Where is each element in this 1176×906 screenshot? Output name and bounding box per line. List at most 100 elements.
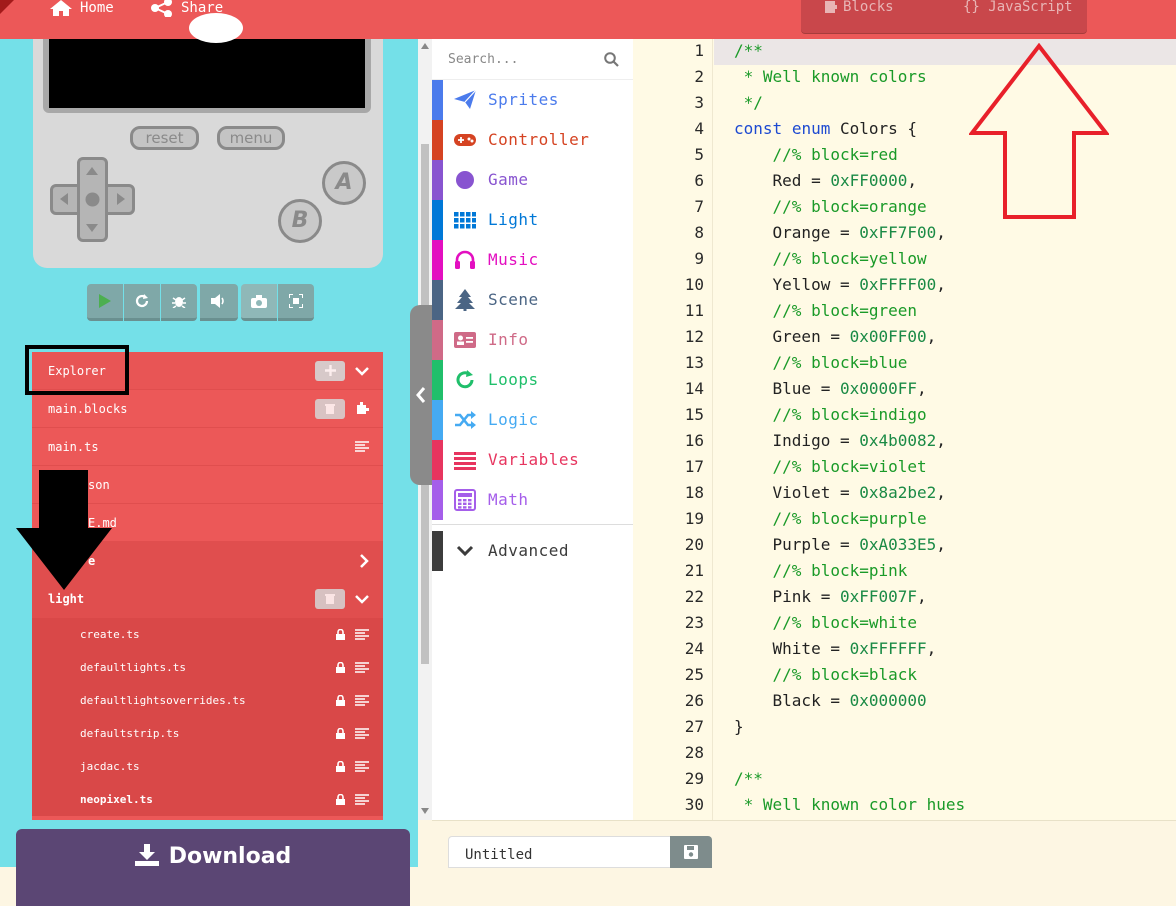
code-line[interactable]: //% block=violet <box>734 457 927 476</box>
line-number: 16 <box>684 431 704 450</box>
dpad[interactable] <box>50 157 135 242</box>
toolbox-search[interactable]: Search... <box>432 39 633 80</box>
lock-icon <box>336 695 345 706</box>
line-number: 26 <box>684 691 704 710</box>
toolbox-category-math[interactable]: Math <box>432 480 633 520</box>
code-line[interactable]: //% block=blue <box>734 353 908 372</box>
code-line[interactable]: //% block=orange <box>734 197 927 216</box>
menu-button[interactable]: menu <box>217 126 285 150</box>
simulator-screen-frame <box>43 13 371 113</box>
toolbox-category-light[interactable]: Light <box>432 200 633 240</box>
editor-toggle: Blocks {} JavaScript <box>801 0 1087 33</box>
code-line[interactable]: //% block=white <box>734 613 918 632</box>
file-row-light-jacdac-ts[interactable]: jacdac.ts <box>32 750 383 783</box>
code-line[interactable]: Purple = 0xA033E5, <box>734 535 946 554</box>
code-line[interactable]: Red = 0xFF0000, <box>734 171 918 190</box>
code-line[interactable]: Black = 0x000000 <box>734 691 927 710</box>
toolbox-category-controller[interactable]: Controller <box>432 120 633 160</box>
delete-file-button[interactable] <box>315 398 345 419</box>
add-file-button[interactable] <box>315 360 345 381</box>
scroll-up-icon[interactable] <box>421 43 429 49</box>
code-token: , <box>936 483 946 502</box>
toolbox-category-variables[interactable]: Variables <box>432 440 633 480</box>
code-line[interactable]: */ <box>734 93 763 112</box>
code-line[interactable]: /** <box>734 41 763 60</box>
fullscreen-button[interactable] <box>278 284 314 321</box>
code-line[interactable]: Blue = 0x0000FF, <box>734 379 927 398</box>
refresh-icon <box>135 294 149 308</box>
code-line[interactable]: //% block=pink <box>734 561 908 580</box>
project-name-input[interactable]: Untitled <box>448 836 670 868</box>
file-row-light-neopixel-ts[interactable]: neopixel.ts <box>32 783 383 816</box>
file-row-main-ts[interactable]: main.ts <box>32 428 383 466</box>
blocks-tab[interactable]: Blocks <box>825 0 894 14</box>
code-line[interactable]: /** <box>734 769 763 788</box>
code-token: enum <box>791 119 831 138</box>
code-line[interactable]: const enum Colors { <box>734 119 917 138</box>
code-token: , <box>926 327 937 346</box>
toolbox-category-music[interactable]: Music <box>432 240 633 280</box>
code-line[interactable]: Pink = 0xFF007F, <box>734 587 927 606</box>
game-console-simulator[interactable]: reset menu A B <box>33 13 383 268</box>
code-line[interactable]: * Well known colors <box>734 67 927 86</box>
line-number: 30 <box>684 795 704 814</box>
a-button[interactable]: A <box>322 161 366 205</box>
code-line[interactable]: //% block=purple <box>734 509 927 528</box>
chevron-down-icon[interactable] <box>355 594 369 604</box>
code-line[interactable]: //% block=black <box>734 665 918 684</box>
code-line[interactable]: Yellow = 0xFFFF00, <box>734 275 946 294</box>
search-icon[interactable] <box>604 52 619 67</box>
code-line[interactable]: Violet = 0x8a2be2, <box>734 483 946 502</box>
code-token: 0xFF007F <box>839 587 918 606</box>
code-token: 0xFFFF00 <box>859 275 937 294</box>
javascript-tab[interactable]: {} JavaScript <box>963 0 1073 14</box>
screenshot-button[interactable] <box>241 284 277 321</box>
file-row-main-blocks[interactable]: main.blocks <box>32 390 383 428</box>
code-line[interactable]: } <box>734 717 744 736</box>
file-row-light-create-ts[interactable]: create.ts <box>32 618 383 651</box>
file-row-light-defaultlightsoverrides-ts[interactable]: defaultlightsoverrides.ts <box>32 684 383 717</box>
file-name: create.ts <box>80 628 140 641</box>
play-button[interactable] <box>87 284 123 321</box>
code-line[interactable]: Orange = 0xFF7F00, <box>734 223 946 242</box>
file-row-light-defaultlights-ts[interactable]: defaultlights.ts <box>32 651 383 684</box>
code-token: 0xFFFFFF <box>849 639 927 658</box>
delete-folder-button[interactable] <box>315 588 345 609</box>
chevron-down-icon[interactable] <box>355 366 369 376</box>
reset-button[interactable]: reset <box>130 126 199 150</box>
mute-button[interactable] <box>200 284 238 321</box>
code-line[interactable]: White = 0xFFFFFF, <box>734 639 937 658</box>
id-card-icon <box>453 329 477 351</box>
restart-button[interactable] <box>124 284 160 321</box>
code-line[interactable]: //% block=green <box>734 301 918 320</box>
scroll-down-icon[interactable] <box>421 808 429 814</box>
circle-icon <box>453 169 477 191</box>
toolbox-category-loops[interactable]: Loops <box>432 360 633 400</box>
code-line[interactable]: //% block=red <box>734 145 898 164</box>
code-token: //% block=blue <box>734 353 908 372</box>
toolbox-category-info[interactable]: Info <box>432 320 633 360</box>
code-token: } <box>734 717 744 736</box>
home-button[interactable]: Home <box>50 0 114 16</box>
toolbox-category-sprites[interactable]: Sprites <box>432 80 633 120</box>
debug-button[interactable] <box>161 284 197 321</box>
line-number: 3 <box>694 93 704 112</box>
save-icon <box>684 845 698 859</box>
collapse-simulator-handle[interactable] <box>410 305 432 485</box>
code-line[interactable]: * Well known color hues <box>734 795 966 814</box>
toolbox-category-advanced[interactable]: Advanced <box>432 531 633 571</box>
trash-icon <box>325 404 335 414</box>
code-line[interactable]: Green = 0x00FF00, <box>734 327 937 346</box>
simulator-screen[interactable] <box>49 13 365 108</box>
toolbox-category-game[interactable]: Game <box>432 160 633 200</box>
b-button[interactable]: B <box>278 199 322 243</box>
code-line[interactable]: //% block=indigo <box>734 405 927 424</box>
code-line[interactable]: Indigo = 0x4b0082, <box>734 431 946 450</box>
save-button[interactable] <box>670 836 712 868</box>
plus-icon <box>324 365 336 376</box>
toolbox-category-logic[interactable]: Logic <box>432 400 633 440</box>
code-line[interactable]: //% block=yellow <box>734 249 927 268</box>
download-button[interactable]: Download <box>16 829 410 906</box>
toolbox-category-scene[interactable]: Scene <box>432 280 633 320</box>
file-row-light-defaultstrip-ts[interactable]: defaultstrip.ts <box>32 717 383 750</box>
